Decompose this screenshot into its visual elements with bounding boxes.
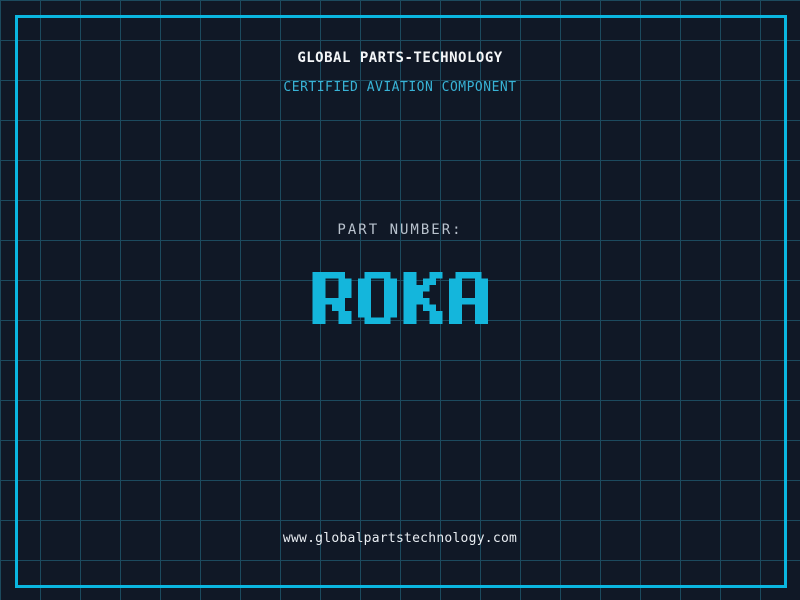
part-number-pixel-text — [312, 272, 488, 324]
website-url: www.globalpartstechnology.com — [282, 531, 518, 546]
certification-line: CERTIFIED AVIATION COMPONENT — [283, 80, 517, 95]
company-name: GLOBAL PARTS-TECHNOLOGY — [297, 50, 503, 66]
part-label-screen: GLOBAL PARTS-TECHNOLOGY CERTIFIED AVIATI… — [0, 0, 800, 600]
part-number-label: PART NUMBER: — [337, 222, 463, 238]
